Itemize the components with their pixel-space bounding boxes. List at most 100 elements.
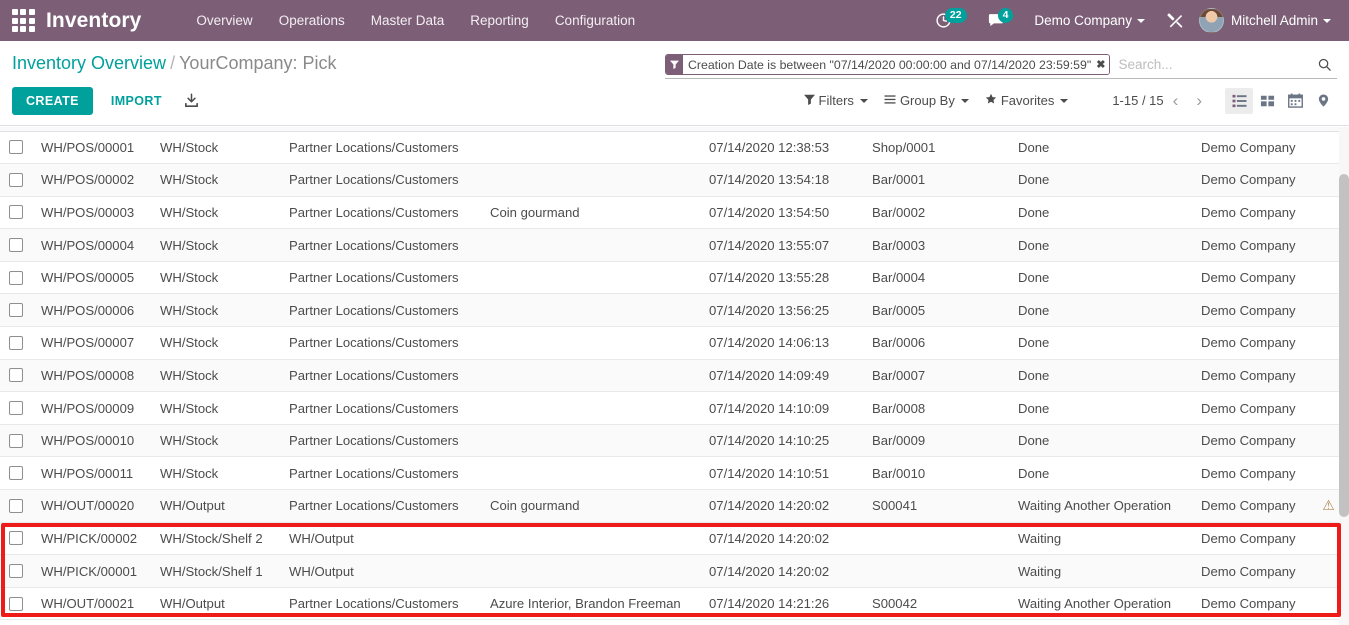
view-switcher <box>1225 87 1337 114</box>
menu-item-overview[interactable]: Overview <box>183 2 265 39</box>
row-checkbox-cell[interactable] <box>0 196 33 230</box>
row-checkbox-cell[interactable] <box>0 293 33 328</box>
activities-menu-button[interactable]: 22 <box>926 6 976 35</box>
row-checkbox[interactable] <box>9 596 23 611</box>
row-checkbox[interactable] <box>9 498 23 513</box>
cell-reference: WH/POS/00004 <box>33 228 152 262</box>
row-checkbox-cell[interactable] <box>0 326 33 360</box>
main-menu: Overview Operations Master Data Reportin… <box>183 2 648 39</box>
download-icon[interactable] <box>184 93 199 108</box>
row-checkbox[interactable] <box>9 368 23 383</box>
row-checkbox-cell[interactable] <box>0 587 33 621</box>
cell-company: Demo Company <box>1193 293 1305 328</box>
row-checkbox[interactable] <box>9 401 23 416</box>
vertical-scrollbar[interactable] <box>1339 127 1349 625</box>
row-checkbox[interactable] <box>9 531 23 546</box>
messages-menu-button[interactable]: 4 <box>978 6 1023 35</box>
cell-source-document <box>864 522 1010 556</box>
cell-contact <box>482 554 701 588</box>
control-panel-right: Filters Group By Favorites 1-15 / 15 ‹ › <box>796 87 1337 114</box>
menu-item-master-data[interactable]: Master Data <box>358 2 458 39</box>
row-checkbox[interactable] <box>9 433 23 448</box>
row-checkbox-cell[interactable] <box>0 359 33 393</box>
cell-reference: WH/POS/00007 <box>33 326 152 360</box>
create-button[interactable]: CREATE <box>12 86 93 115</box>
cell-status: Done <box>1010 293 1193 328</box>
table-row[interactable]: WH/POS/00003 WH/Stock Partner Locations/Cu… <box>0 196 1349 230</box>
table-row[interactable]: WH/POS/00006 WH/Stock Partner Locations/Cu… <box>0 293 1349 328</box>
groupby-dropdown[interactable]: Group By <box>876 87 977 114</box>
row-checkbox[interactable] <box>9 564 23 579</box>
search-input[interactable] <box>1114 57 1311 72</box>
row-checkbox[interactable] <box>9 205 23 220</box>
import-button[interactable]: IMPORT <box>101 87 172 115</box>
close-icon[interactable]: ✖ <box>1095 55 1110 74</box>
cell-source-document: Shop/0001 <box>864 131 1010 165</box>
menu-item-reporting[interactable]: Reporting <box>457 2 542 39</box>
list-icon <box>1232 94 1246 107</box>
view-switcher-calendar[interactable] <box>1281 88 1309 114</box>
row-checkbox[interactable] <box>9 335 23 350</box>
row-checkbox[interactable] <box>9 270 23 285</box>
row-checkbox-cell[interactable] <box>0 522 33 556</box>
table-row[interactable]: WH/PICK/00001 WH/Stock/Shelf 1 WH/Output 07… <box>0 554 1349 588</box>
favorites-dropdown[interactable]: Favorites <box>977 87 1076 114</box>
row-checkbox[interactable] <box>9 238 23 253</box>
cell-status: Waiting <box>1010 522 1193 556</box>
table-row[interactable]: WH/PICK/00002 WH/Stock/Shelf 2 WH/Output 07… <box>0 522 1349 556</box>
row-checkbox-cell[interactable] <box>0 391 33 425</box>
vertical-scrollbar-thumb[interactable] <box>1339 174 1349 517</box>
cell-to: Partner Locations/Customers <box>281 391 482 425</box>
table-row[interactable]: WH/POS/00001 WH/Stock Partner Locations/Cu… <box>0 131 1349 165</box>
row-checkbox-cell[interactable] <box>0 554 33 588</box>
table-row[interactable]: WH/POS/00002 WH/Stock Partner Locations/Cu… <box>0 163 1349 197</box>
row-checkbox[interactable] <box>9 140 23 155</box>
filters-dropdown[interactable]: Filters <box>796 87 876 114</box>
table-row[interactable]: WH/OUT/00021 WH/Output Partner Locations/C… <box>0 587 1349 621</box>
view-switcher-list[interactable] <box>1225 87 1253 114</box>
table-row[interactable]: WH/POS/00009 WH/Stock Partner Locations/Cu… <box>0 391 1349 425</box>
cell-from: WH/Stock/Shelf 2 <box>152 522 281 556</box>
table-row[interactable]: WH/POS/00008 WH/Stock Partner Locations/Cu… <box>0 359 1349 393</box>
cell-company: Demo Company <box>1193 196 1305 230</box>
cell-from: WH/Stock <box>152 326 281 360</box>
table-row[interactable]: WH/POS/00007 WH/Stock Partner Locations/Cu… <box>0 326 1349 360</box>
pager-next-button[interactable]: › <box>1187 91 1211 111</box>
row-checkbox[interactable] <box>9 466 23 481</box>
user-menu[interactable]: Mitchell Admin <box>1195 4 1337 37</box>
groupby-label: Group By <box>899 93 955 108</box>
row-checkbox-cell[interactable] <box>0 261 33 295</box>
table-row[interactable]: WH/POS/00004 WH/Stock Partner Locations/Cu… <box>0 228 1349 262</box>
row-checkbox-cell[interactable] <box>0 131 33 165</box>
menu-item-operations[interactable]: Operations <box>266 2 358 39</box>
company-switcher[interactable]: Demo Company <box>1024 5 1155 36</box>
table-row[interactable]: WH/POS/00010 WH/Stock Partner Locations/Cu… <box>0 424 1349 458</box>
row-checkbox-cell[interactable] <box>0 163 33 197</box>
apps-menu-button[interactable] <box>0 0 46 41</box>
table-row[interactable]: WH/POS/00011 WH/Stock Partner Locations/Cu… <box>0 456 1349 491</box>
table-row[interactable]: WH/POS/00005 WH/Stock Partner Locations/Cu… <box>0 261 1349 295</box>
debug-menu-button[interactable] <box>1157 6 1193 36</box>
row-checkbox[interactable] <box>9 172 23 187</box>
cell-contact <box>482 456 701 491</box>
pager: 1-15 / 15 ‹ › <box>1112 91 1211 111</box>
row-checkbox-cell[interactable] <box>0 456 33 491</box>
pager-previous-button[interactable]: ‹ <box>1164 91 1188 111</box>
row-checkbox-cell[interactable] <box>0 424 33 458</box>
view-switcher-kanban[interactable] <box>1253 88 1281 114</box>
row-checkbox-cell[interactable] <box>0 228 33 262</box>
pager-count: 1-15 / 15 <box>1112 93 1164 108</box>
row-checkbox-cell[interactable] <box>0 489 33 523</box>
search-facet-creation-date[interactable]: Creation Date is between "07/14/2020 00:… <box>665 54 1111 75</box>
table-row[interactable]: WH/OUT/00020 WH/Output Partner Locations/C… <box>0 489 1349 523</box>
row-checkbox[interactable] <box>9 303 23 318</box>
view-switcher-map[interactable] <box>1309 88 1337 114</box>
search-icon[interactable] <box>1311 57 1335 72</box>
cell-from: WH/Stock <box>152 424 281 458</box>
app-brand-inventory[interactable]: Inventory <box>46 9 141 33</box>
breadcrumb-item-inventory-overview[interactable]: Inventory Overview <box>12 53 166 73</box>
transfers-list-view[interactable]: WH/POS/00001 WH/Stock Partner Locations/Cu… <box>0 127 1349 625</box>
menu-item-configuration[interactable]: Configuration <box>542 2 648 39</box>
cell-reference: WH/POS/00009 <box>33 391 152 425</box>
favorites-label: Favorites <box>1000 93 1055 108</box>
